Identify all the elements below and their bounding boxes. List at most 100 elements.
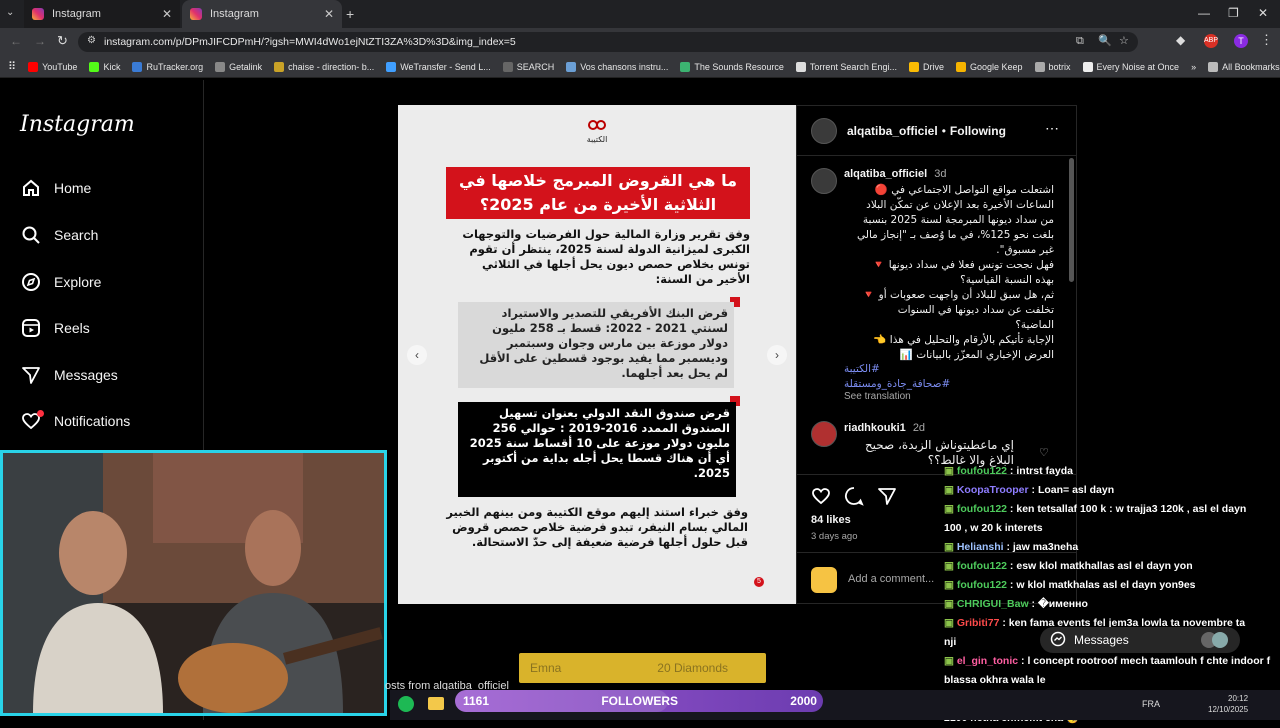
bookmark-vos-chansons[interactable]: Vos chansons instru... — [566, 61, 668, 72]
see-translation-link[interactable]: See translation — [844, 391, 911, 402]
bookmark-every-noise[interactable]: Every Noise at Once — [1082, 61, 1179, 72]
comment-username[interactable]: riadhkouki1 — [844, 422, 906, 434]
nav-home[interactable]: Home — [20, 177, 91, 199]
emoji-picker-icon[interactable] — [811, 567, 837, 593]
bookmark-getalink[interactable]: Getalink — [215, 61, 262, 72]
chat-username: Helianshi — [956, 541, 1004, 553]
bookmark-sounds-resource[interactable]: The Sounds Resource — [680, 61, 784, 72]
like-comment-heart-icon[interactable]: ♡ — [1039, 446, 1049, 459]
chat-message: ▣ foufou122 : esw klol matkhallas asl el… — [944, 560, 1193, 572]
nav-explore[interactable]: Explore — [20, 271, 101, 293]
bookmark-youtube[interactable]: YouTube — [28, 61, 77, 72]
chat-username: el_gin_tonic — [956, 655, 1019, 667]
compass-icon — [20, 271, 42, 293]
share-paper-plane-icon[interactable] — [877, 486, 897, 511]
install-app-icon[interactable]: ⧉ — [1076, 35, 1084, 48]
file-explorer-icon[interactable] — [428, 697, 444, 710]
messages-pill[interactable]: Messages — [1040, 627, 1240, 653]
author-username[interactable]: alqatiba_officiel — [847, 124, 938, 138]
chat-username: foufou122 — [956, 465, 1008, 477]
tray-time: 20:12 — [1228, 694, 1249, 703]
bookmark-drive[interactable]: Drive — [908, 61, 944, 72]
chat-message: blassa okhra wala le — [944, 671, 1280, 690]
add-comment-input[interactable]: Add a comment... — [848, 573, 934, 585]
tab-search-chevron-icon[interactable]: ⌄ — [6, 7, 14, 18]
nav-search[interactable]: Search — [20, 224, 98, 246]
tray-date: 12/10/2025 — [1208, 705, 1249, 714]
bookmark-torrent-search[interactable]: Torrent Search Engi... — [795, 61, 897, 72]
tab-title: Instagram — [52, 8, 101, 20]
new-tab-plus-icon[interactable]: + — [346, 6, 354, 22]
following-button[interactable]: Following — [950, 124, 1006, 138]
minimize-icon[interactable]: — — [1198, 6, 1210, 20]
bookmark-kick[interactable]: Kick — [89, 61, 120, 72]
close-tab-icon[interactable]: ✕ — [162, 7, 172, 21]
browser-tab-1[interactable]: Instagram ✕ — [24, 0, 180, 28]
nav-notifications[interactable]: Notifications — [20, 410, 130, 432]
prev-slide-chevron-icon[interactable]: ‹ — [407, 345, 427, 365]
reels-icon — [20, 317, 42, 339]
bookmarks-bar: ⠿ YouTube Kick RuTracker.org Getalink ch… — [0, 56, 1280, 78]
bookmark-search[interactable]: SEARCH — [502, 61, 554, 72]
author-avatar[interactable] — [811, 118, 837, 144]
bookmark-botrix[interactable]: botrix — [1034, 61, 1071, 72]
hashtag-link[interactable]: #الكتيبة — [844, 362, 880, 377]
instagram-logo[interactable]: Instagram — [20, 112, 135, 137]
chat-text: l concept rootroof mech taamlouh f chte … — [1027, 655, 1271, 667]
address-bar[interactable]: ⚙ instagram.com/p/DPmJIFCDPmH/?igsh=MWI4… — [78, 32, 1138, 52]
chat-message: ▣ foufou122 : intrst fayda — [944, 465, 1073, 477]
chat-message: ▣ KoopaTrooper : Loan= asl dayn — [944, 484, 1115, 496]
goal-amount: 20 Diamonds — [657, 661, 728, 675]
tray-language[interactable]: FRA — [1142, 699, 1160, 709]
loan-box-2: قرض صندوق النقد الدولي بعنوان تسهيل الصن… — [458, 402, 736, 497]
comment-bubble-icon[interactable] — [844, 486, 864, 511]
site-info-icon[interactable]: ⚙ — [87, 35, 96, 46]
restore-icon[interactable]: ❐ — [1228, 6, 1239, 20]
zoom-icon[interactable]: 🔍 — [1098, 34, 1112, 47]
messenger-icon — [1050, 631, 1066, 650]
hashtag-link[interactable]: #صحافة_جادة_ومستقلة — [844, 377, 950, 392]
forward-arrow-icon[interactable]: → — [34, 34, 46, 48]
url-text: instagram.com/p/DPmJIFCDPmH/?igsh=MWI4dW… — [104, 36, 516, 48]
tray-clock[interactable]: 20:12 12/10/2025 — [1208, 693, 1248, 715]
bookmark-rutracker[interactable]: RuTracker.org — [132, 61, 203, 72]
caption-username[interactable]: alqatiba_officiel — [844, 168, 927, 180]
bookmark-star-icon[interactable]: ☆ — [1119, 34, 1129, 47]
like-heart-icon[interactable] — [811, 486, 831, 511]
caption-line: الإجابة تأتيكم بالأرقام والتحليل في هذا … — [873, 334, 1054, 346]
bookmark-wetransfer[interactable]: WeTransfer - Send L... — [386, 61, 491, 72]
back-arrow-icon[interactable]: ← — [10, 34, 22, 48]
bookmark-google-keep[interactable]: Google Keep — [955, 61, 1023, 72]
chat-text: esw klol matkhallas asl el dayn yon — [1016, 560, 1193, 572]
spotify-icon[interactable] — [398, 696, 414, 712]
browser-tab-2-active[interactable]: Instagram ✕ — [182, 0, 342, 28]
caption-line: اشتعلت مواقع التواصل الاجتماعي في 🔴 — [874, 184, 1054, 196]
nav-reels[interactable]: Reels — [20, 317, 90, 339]
loan-box-1: قرض البنك الأفريقي للتصدير والاستيراد لس… — [458, 302, 734, 388]
nav-messages-label: Messages — [54, 367, 118, 383]
extension-icon[interactable]: ◆ — [1176, 33, 1185, 47]
bookmark-chaise[interactable]: chaise - direction- b... — [274, 61, 374, 72]
reload-icon[interactable]: ↻ — [57, 33, 68, 49]
caption-avatar[interactable] — [811, 168, 837, 194]
chat-text: nji — [944, 636, 957, 648]
caption-line: بلغت نحو 125%، في ما وُصف بـ "إنجاز مالي — [857, 229, 1054, 241]
likes-count[interactable]: 84 likes — [811, 514, 851, 526]
chat-message: ▣ CHRIGUI_Baw : �именно — [944, 598, 1088, 610]
bookmarks-overflow-icon[interactable]: » — [1191, 62, 1196, 72]
apps-grid-icon[interactable]: ⠿ — [8, 60, 16, 73]
commenter-avatar[interactable] — [811, 421, 837, 447]
nav-messages[interactable]: Messages — [20, 364, 118, 386]
more-options-icon[interactable]: ⋯ — [1045, 120, 1059, 137]
browser-menu-icon[interactable]: ⋮ — [1260, 32, 1273, 48]
close-window-icon[interactable]: ✕ — [1258, 6, 1268, 20]
next-slide-chevron-icon[interactable]: › — [767, 345, 787, 365]
profile-avatar[interactable]: T — [1234, 34, 1248, 48]
close-tab-icon[interactable]: ✕ — [324, 7, 334, 21]
comment-header: riadhkouki1 2d — [844, 422, 925, 434]
nav-reels-label: Reels — [54, 320, 90, 336]
extension-abp-icon[interactable]: ABP — [1204, 34, 1218, 48]
caption-scrollbar[interactable] — [1069, 158, 1074, 282]
all-bookmarks[interactable]: All Bookmarks — [1208, 61, 1280, 72]
chat-badge-icon: ▣ — [944, 503, 957, 515]
